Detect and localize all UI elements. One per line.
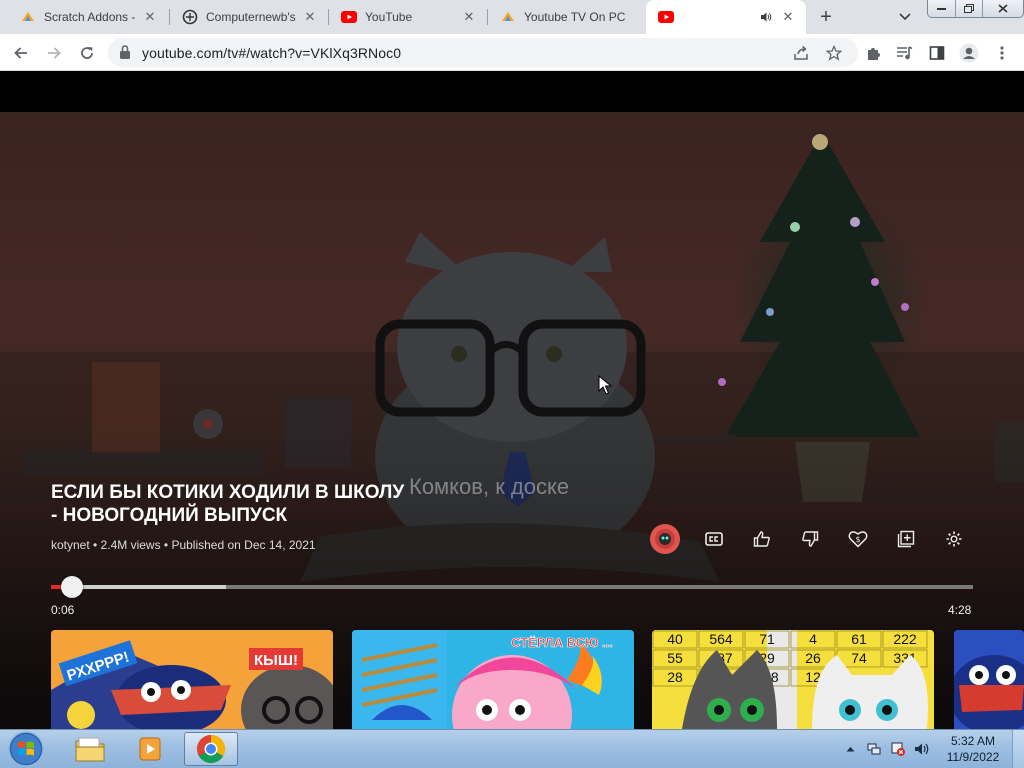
thumbnail-3[interactable]: 1299850228331742629487552226147156440 [652, 630, 934, 729]
new-tab-button[interactable]: + [815, 6, 837, 28]
number-cell-text: 222 [893, 631, 917, 647]
captions-icon[interactable] [699, 524, 729, 554]
number-cell-text: 74 [851, 650, 867, 666]
number-cell-text: 40 [667, 631, 683, 647]
computernewb-icon [182, 9, 198, 25]
show-desktop-button[interactable] [1012, 730, 1024, 768]
dislike-icon[interactable] [795, 524, 825, 554]
thumbnail-1[interactable]: РХХРРР! КЫШ! [51, 630, 333, 729]
close-icon[interactable]: ✕ [461, 9, 477, 25]
window-controls [927, 0, 1024, 18]
clock-date: 11/9/2022 [946, 750, 1000, 764]
folder-icon [75, 737, 105, 762]
tab-youtube-tv[interactable]: Youtube TV On PC [488, 0, 646, 34]
youtube-icon [658, 9, 674, 25]
taskbar-chrome[interactable] [184, 732, 238, 766]
media-player-icon [139, 737, 161, 761]
menu-kebab-icon[interactable] [990, 41, 1014, 65]
side-panel-icon[interactable] [925, 41, 949, 65]
number-cell-text: 55 [667, 650, 683, 666]
tab-scratch-addons[interactable]: Scratch Addons - ✕ [8, 0, 168, 34]
progress-bar[interactable] [51, 576, 973, 598]
show-hidden-icons[interactable] [843, 730, 857, 768]
youtube-tv-page: Комков, к доске ЕСЛИ БЫ КОТИКИ ХОДИЛИ В … [0, 71, 1024, 729]
clock-time: 5:32 AM [950, 734, 996, 748]
thumbnail-1-art: РХХРРР! КЫШ! [51, 630, 333, 729]
network-icon[interactable] [865, 730, 883, 768]
close-window-button[interactable] [983, 0, 1023, 17]
number-cell-text: 28 [667, 669, 683, 685]
bookmark-star-icon[interactable] [824, 43, 844, 63]
address-bar[interactable]: youtube.com/tv#/watch?v=VKlXq3RNoc0 [108, 38, 858, 67]
lock-icon[interactable] [118, 44, 134, 60]
donate-icon[interactable]: $ [843, 524, 873, 554]
add-to-playlist-icon[interactable] [891, 524, 921, 554]
extensions-puzzle-icon[interactable] [861, 41, 885, 65]
suggested-videos: РХХРРР! КЫШ! СТЁРЛА ВСЮ ... 12 28 331 74… [0, 630, 1024, 729]
tab-search-chevron-icon[interactable] [895, 8, 915, 26]
close-icon[interactable]: ✕ [302, 9, 318, 25]
video-meta: kotynet • 2.4M views • Published on Dec … [51, 538, 316, 552]
thumbnail-4[interactable] [954, 630, 1024, 729]
thumbnail-2-art: СТЁРЛА ВСЮ ... [352, 630, 634, 729]
number-cell-text: 4 [809, 631, 817, 647]
windows-taskbar: 5:32 AM 11/9/2022 [0, 729, 1024, 768]
youtube-icon [341, 9, 357, 25]
taskbar-explorer[interactable] [63, 732, 117, 766]
windows-logo-icon [8, 731, 44, 767]
speaker-icon[interactable] [758, 9, 774, 25]
current-time: 0:06 [51, 603, 75, 617]
thumbnail-2[interactable]: СТЁРЛА ВСЮ ... [352, 630, 634, 729]
mouse-cursor-icon [598, 375, 612, 395]
number-cell-text: 61 [851, 631, 867, 647]
volume-icon[interactable] [912, 730, 932, 768]
channel-avatar[interactable] [650, 524, 680, 554]
share-icon[interactable] [791, 43, 811, 63]
tab-title: YouTube [365, 10, 413, 24]
forward-arrow-icon[interactable] [42, 41, 66, 65]
scratch-addons-icon [20, 9, 36, 25]
chrome-icon [197, 735, 225, 763]
thumbnail-1-text-2: КЫШ! [254, 652, 298, 669]
browser-toolbar: youtube.com/tv#/watch?v=VKlXq3RNoc0 [0, 34, 1024, 71]
like-icon[interactable] [747, 524, 777, 554]
thumbnail-2-text: СТЁРЛА ВСЮ ... [511, 635, 613, 650]
thumbnail-4-art [954, 630, 1024, 729]
start-button[interactable] [4, 731, 48, 767]
action-center-icon[interactable] [889, 730, 907, 768]
media-queue-icon[interactable] [893, 41, 917, 65]
number-cell-text: 71 [759, 631, 775, 647]
reload-icon[interactable] [75, 41, 99, 65]
tab-active-video[interactable]: ✕ [646, 0, 806, 34]
taskbar-media-player[interactable] [123, 732, 177, 766]
profile-avatar-icon[interactable] [957, 41, 981, 65]
tab-strip: Scratch Addons - ✕ Computernewb's ✕ YouT… [0, 0, 1024, 34]
video-title: ЕСЛИ БЫ КОТИКИ ХОДИЛИ В ШКОЛУ - НОВОГОДН… [51, 482, 405, 526]
subtitle-text: Комков, к доске [409, 474, 570, 499]
thumbnail-3-art: 1299850228331742629487552226147156440 [652, 630, 934, 729]
video-duration: 4:28 [948, 603, 972, 617]
tab-title: Youtube TV On PC [524, 10, 626, 24]
url-text: youtube.com/tv#/watch?v=VKlXq3RNoc0 [142, 45, 402, 61]
close-icon[interactable]: ✕ [142, 9, 158, 25]
tab-title: Scratch Addons - [44, 10, 136, 24]
tab-youtube[interactable]: YouTube ✕ [329, 0, 487, 34]
back-arrow-icon[interactable] [9, 41, 33, 65]
restore-button[interactable] [956, 0, 984, 17]
svg-text:$: $ [855, 535, 860, 544]
close-icon[interactable]: ✕ [780, 9, 796, 25]
settings-icon[interactable] [939, 524, 969, 554]
minimize-button[interactable] [928, 0, 956, 17]
scratch-addons-icon [500, 9, 516, 25]
tab-title: Computernewb's [206, 10, 296, 24]
number-cell-text: 564 [709, 631, 733, 647]
tab-computernewb[interactable]: Computernewb's ✕ [170, 0, 328, 34]
system-clock[interactable]: 5:32 AM 11/9/2022 [938, 733, 1008, 765]
number-cell-text: 26 [805, 650, 821, 666]
